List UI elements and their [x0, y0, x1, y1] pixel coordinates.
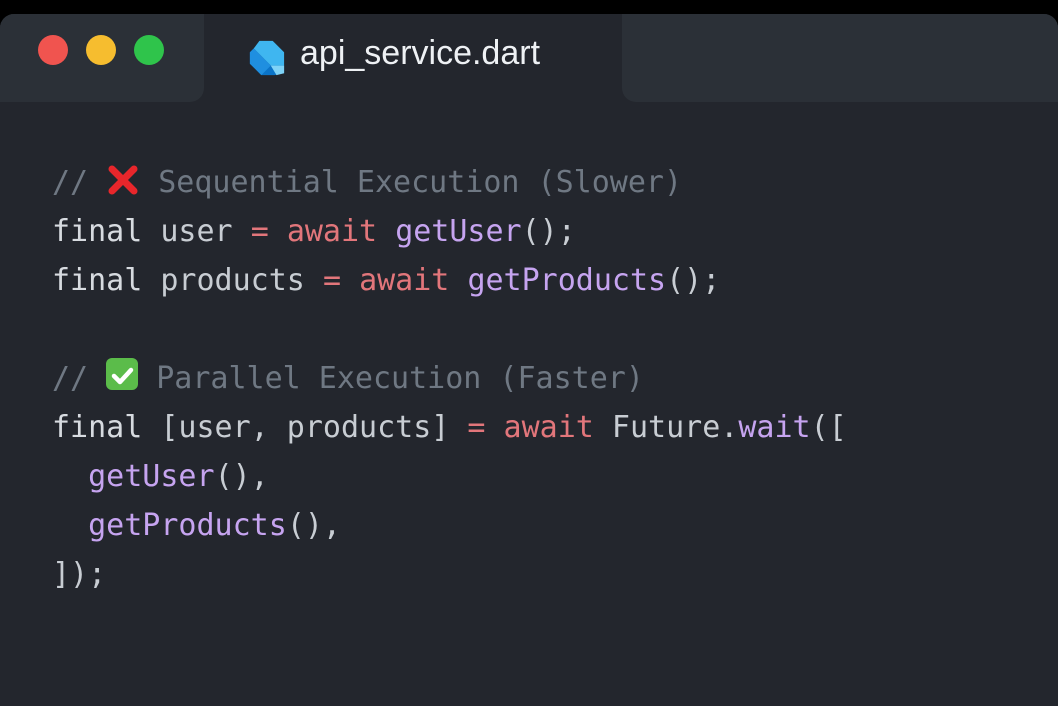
code-token: (),: [286, 508, 341, 543]
code-token: wait: [738, 410, 811, 445]
window-controls: [38, 35, 164, 65]
titlebar-left: [0, 14, 204, 102]
tab-api-service[interactable]: api_service.dart: [204, 14, 622, 104]
code-token: await: [359, 263, 450, 298]
code-token: await: [286, 214, 378, 249]
code-line: getProducts(),: [52, 501, 847, 550]
code-line: getUser(),: [52, 452, 847, 501]
code-line: final products = await getProducts();: [52, 256, 847, 305]
code-token: ();: [666, 263, 721, 298]
code-token: Sequential Execution (Slower): [140, 165, 683, 200]
code-token: //: [52, 165, 107, 200]
code-line: // Parallel Execution (Faster): [52, 354, 847, 403]
code-token: final: [52, 410, 143, 445]
code-token: getUser: [395, 214, 522, 249]
code-token: //: [52, 361, 107, 396]
cross-mark-icon: [106, 163, 140, 197]
code-token: Future.: [593, 410, 739, 445]
code-editor[interactable]: // Sequential Execution (Slower) final us…: [52, 158, 847, 599]
code-line: final user = await getUser();: [52, 207, 847, 256]
titlebar: api_service.dart: [0, 14, 1058, 104]
code-token: (),: [214, 459, 269, 494]
check-mark-icon: [106, 358, 139, 390]
code-line: final [user, products] = await Future.wa…: [52, 403, 847, 452]
code-line: ]);: [52, 550, 847, 599]
code-token: products: [142, 263, 323, 298]
code-token: =: [250, 214, 269, 249]
code-token: ([: [810, 410, 847, 445]
code-token: =: [467, 410, 486, 445]
code-token: getProducts: [467, 263, 667, 298]
code-token: await: [503, 410, 594, 445]
code-token: Parallel Execution (Faster): [138, 361, 644, 396]
dart-icon: [249, 40, 285, 76]
code-token: ();: [521, 214, 576, 249]
maximize-icon[interactable]: [134, 35, 164, 65]
editor-window: api_service.dart // Sequential Execution…: [0, 14, 1058, 706]
code-token: =: [322, 263, 341, 298]
code-token: final: [52, 214, 143, 249]
code-line: // Sequential Execution (Slower): [52, 158, 847, 207]
tab-title: api_service.dart: [300, 34, 541, 72]
minimize-icon[interactable]: [86, 35, 116, 65]
code-token: user: [142, 214, 251, 249]
code-token: ]);: [52, 557, 107, 592]
code-token: getUser: [88, 459, 215, 494]
code-token: final: [52, 263, 143, 298]
code-token: getProducts: [88, 508, 287, 543]
titlebar-right: [622, 14, 1058, 102]
close-icon[interactable]: [38, 35, 68, 65]
code-token: [user, products]: [142, 410, 468, 445]
